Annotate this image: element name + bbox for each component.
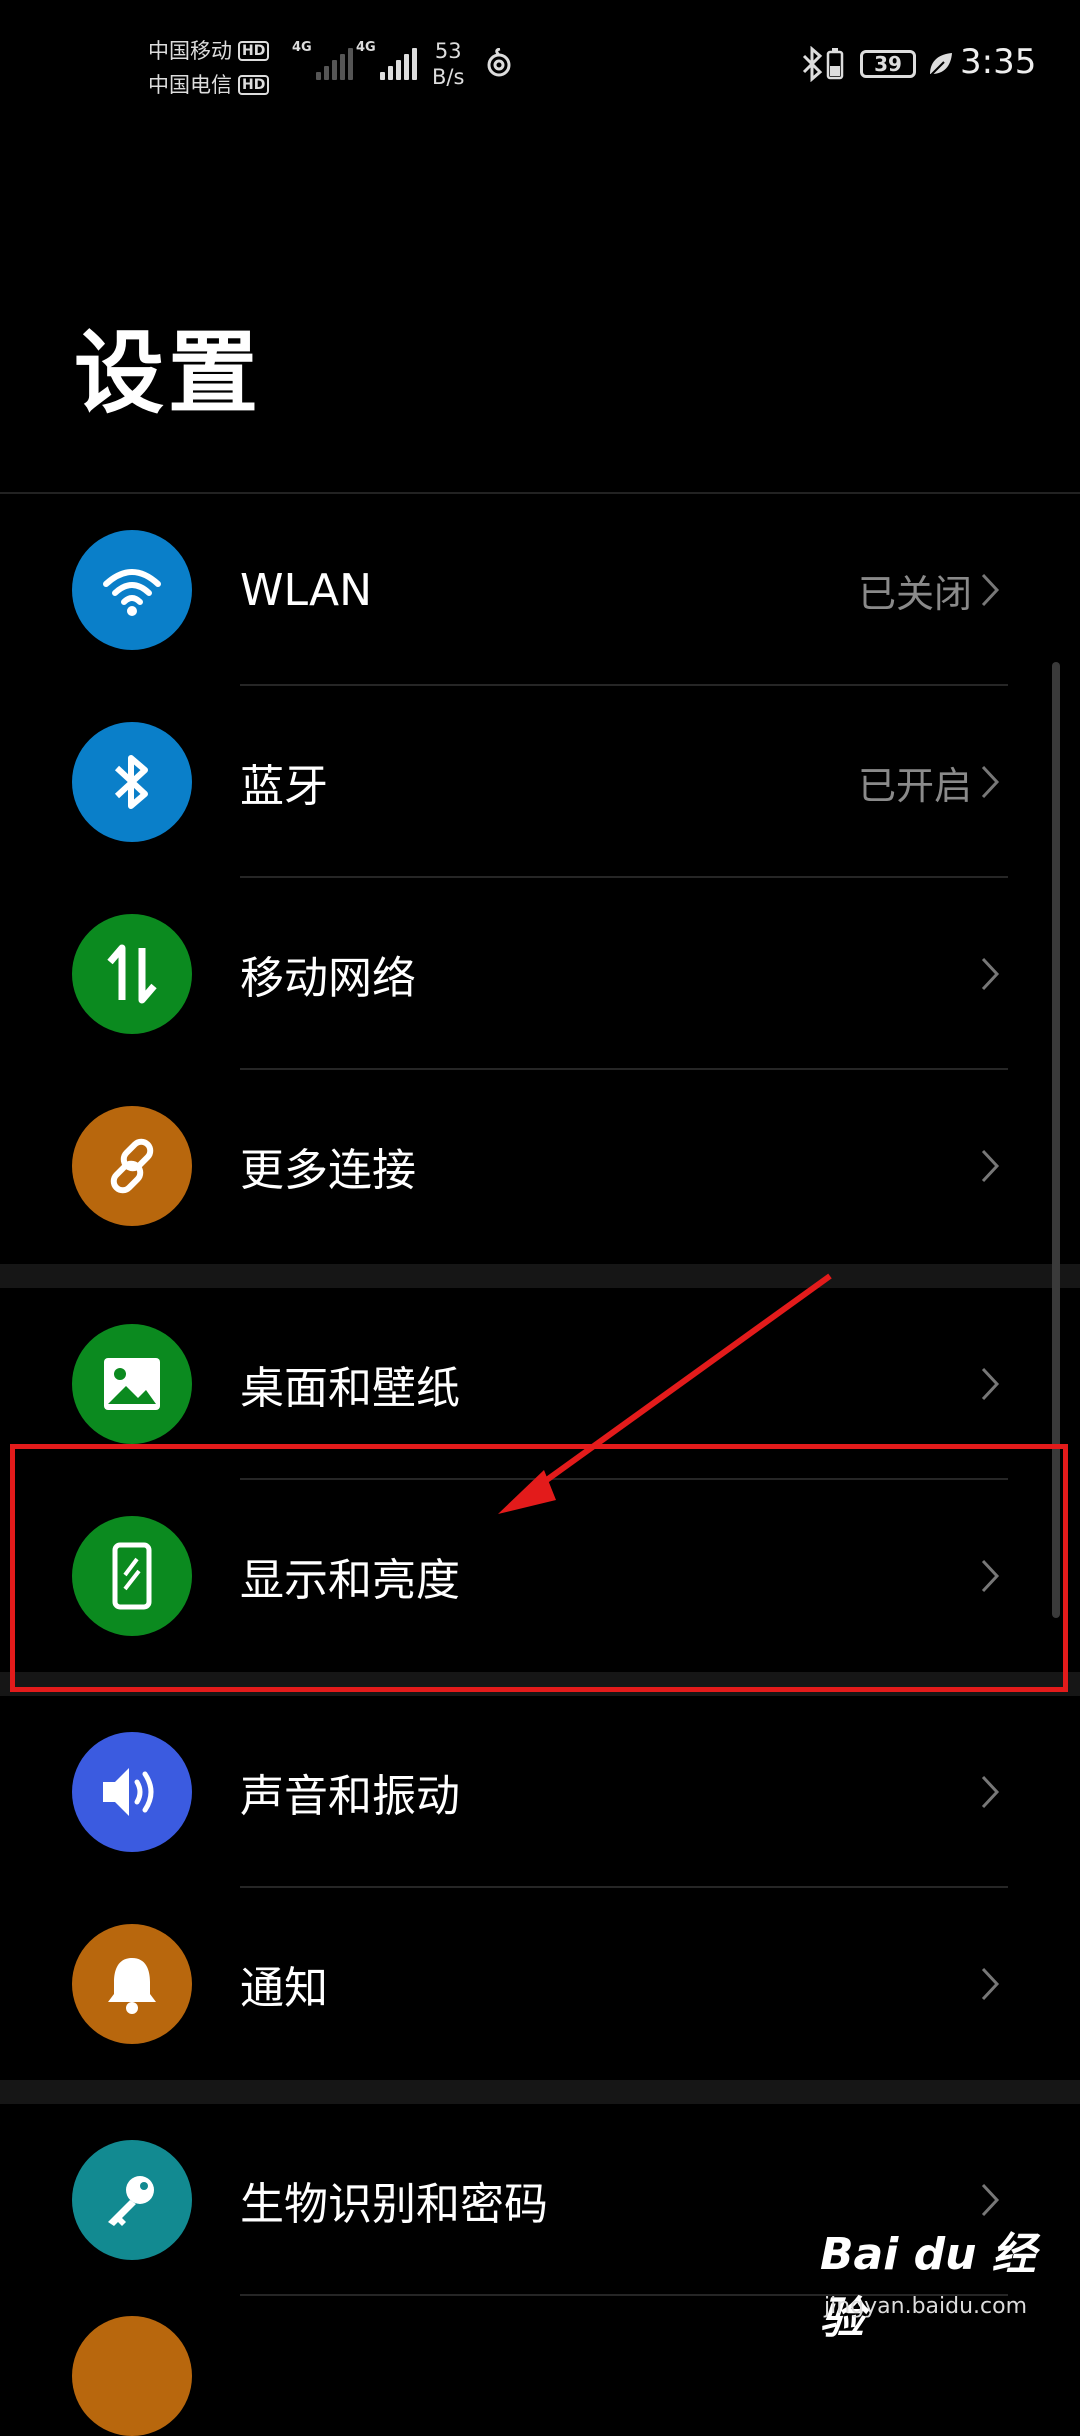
chevron-right-icon bbox=[981, 957, 1000, 991]
settings-item-sound-vibration[interactable]: 声音和振动 bbox=[0, 1696, 1080, 1888]
highlight-box bbox=[10, 1444, 1068, 1692]
watermark-logo: Bai du 经验 bbox=[820, 2229, 1036, 2344]
settings-item-more-connections[interactable]: 更多连接 bbox=[0, 1070, 1080, 1262]
chevron-right-icon bbox=[981, 1367, 1000, 1401]
settings-item-bluetooth[interactable]: 蓝牙 已开启 bbox=[0, 686, 1080, 878]
settings-item-label: 更多连接 bbox=[240, 1145, 416, 1196]
settings-group-sound: 声音和振动 通知 bbox=[0, 1696, 1080, 2080]
carrier-info: 中国移动 HD 中国电信 HD bbox=[148, 34, 270, 102]
hd-badge: HD bbox=[238, 41, 270, 61]
key-icon bbox=[72, 2140, 192, 2260]
network-type-label: 4G bbox=[356, 40, 376, 55]
watermark-url: jingyan.baidu.com bbox=[824, 2294, 1028, 2319]
speed-value: 53 bbox=[434, 39, 462, 63]
chevron-right-icon bbox=[981, 1775, 1000, 1809]
chevron-right-icon bbox=[981, 573, 1000, 607]
bell-icon bbox=[72, 1924, 192, 2044]
carrier1-label: 中国移动 bbox=[148, 39, 232, 63]
settings-item-value: 已关闭 bbox=[857, 571, 972, 616]
clock: 3:35 bbox=[960, 42, 1037, 82]
chevron-right-icon bbox=[981, 1149, 1000, 1183]
power-saving-icon bbox=[929, 53, 952, 77]
page-title: 设置 bbox=[74, 321, 262, 426]
sound-icon bbox=[72, 1732, 192, 1852]
network-type-label: 4G bbox=[292, 40, 312, 55]
chevron-right-icon bbox=[981, 2183, 1000, 2217]
chevron-right-icon bbox=[981, 1967, 1000, 2001]
spiral-app-icon bbox=[487, 48, 511, 77]
hd-badge: HD bbox=[238, 75, 270, 95]
carrier2-label: 中国电信 bbox=[148, 73, 232, 97]
status-bar: 中国移动 HD 中国电信 HD 4G 4G 53 B/s 39 3:35 bbox=[0, 0, 1080, 120]
wifi-icon bbox=[72, 530, 192, 650]
settings-item-label: 移动网络 bbox=[240, 953, 416, 1004]
group-separator bbox=[0, 2080, 1080, 2104]
settings-item-mobile-network[interactable]: 移动网络 bbox=[0, 878, 1080, 1070]
signal-icon: 4G bbox=[356, 40, 420, 80]
signal-icon: 4G bbox=[292, 40, 356, 80]
bluetooth-status-icon bbox=[802, 46, 823, 82]
watermark: Bai du 经验 jingyan.baidu.com bbox=[820, 2218, 1070, 2344]
wallpaper-icon bbox=[72, 1324, 192, 1444]
battery-small-icon bbox=[826, 48, 844, 80]
bluetooth-icon bbox=[72, 722, 192, 842]
settings-item-label: 蓝牙 bbox=[240, 761, 328, 812]
settings-item-wlan[interactable]: WLAN 已关闭 bbox=[0, 494, 1080, 686]
mobile-data-icon bbox=[72, 914, 192, 1034]
partial-icon bbox=[72, 2316, 192, 2436]
network-speed: 53 B/s bbox=[432, 38, 464, 90]
settings-group-connectivity: WLAN 已关闭 蓝牙 已开启 移动网络 更多连接 bbox=[0, 494, 1080, 1262]
chevron-right-icon bbox=[981, 765, 1000, 799]
settings-item-label: 桌面和壁纸 bbox=[240, 1363, 460, 1414]
settings-item-label: WLAN bbox=[240, 564, 373, 616]
settings-item-label: 声音和振动 bbox=[240, 1771, 460, 1822]
settings-item-value: 已开启 bbox=[857, 763, 972, 808]
speed-unit: B/s bbox=[432, 65, 465, 89]
group-separator bbox=[0, 1264, 1080, 1288]
settings-item-label: 生物识别和密码 bbox=[240, 2179, 548, 2230]
settings-item-label: 通知 bbox=[240, 1963, 328, 2014]
battery-level: 39 bbox=[860, 50, 916, 78]
settings-item-notifications[interactable]: 通知 bbox=[0, 1888, 1080, 2080]
link-icon bbox=[72, 1106, 192, 1226]
